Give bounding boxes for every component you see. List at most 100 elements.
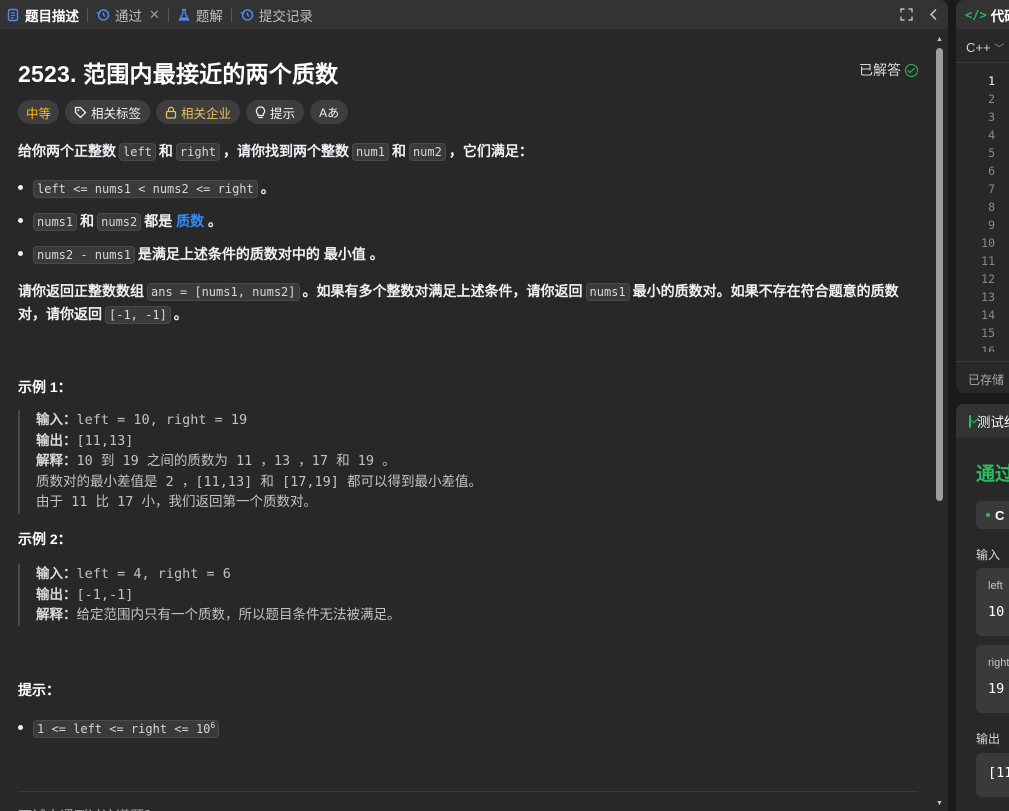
example-explanation: 解释：10 到 19 之间的质数为 11 ，13 ，17 和 19 。 [36,451,482,472]
tab-description[interactable]: 题目描述 [0,0,85,29]
lock-icon [165,106,177,119]
line-number: 1 [988,74,995,88]
value: left = 10, right = 19 [76,412,248,428]
lightbulb-icon [255,105,266,119]
condition-item: nums2 - nums1 是满足上述条件的质数对中的 最小值 。 [18,243,384,266]
checkbox-icon [969,414,971,428]
language-select[interactable]: C++ ﹀ [966,40,1004,55]
label: 解释： [36,453,77,468]
tag-icon [74,106,87,119]
hint-button[interactable]: 提示 [246,100,305,124]
param-value: 19 [988,681,1005,697]
code-tabbar: </> 代码 [956,0,1009,29]
fullscreen-icon[interactable] [900,8,913,21]
interview-question-link[interactable]: 面试中遇到过这道题？ [18,806,158,811]
test-result-panel: 测试结果 通过 C 输入 left 10 right 19 输出 [11,13] [956,404,1009,811]
translate-icon: Aあ [319,105,340,120]
label: 输入： [36,566,77,581]
code-ans: ans = [nums1, nums2] [147,283,300,301]
chevron-down-icon: ﹀ [994,44,1005,55]
param-name: left [988,580,1003,592]
constraint-item: 1 <= left <= right <= 106 [18,715,222,740]
case-tab[interactable]: C [976,501,1009,529]
value: 10 到 19 之间的质数为 11 ，13 ，17 和 19 。 [76,453,396,469]
history-icon [96,8,110,22]
tab-accepted-label: 通过 [115,8,142,24]
scroll-down-arrow[interactable]: ▼ [935,800,944,808]
text: 和 [158,143,173,159]
text: 给你两个正整数 [18,143,116,159]
difficulty-badge: 中等 [18,100,60,124]
line-number: 5 [988,146,995,160]
solved-status: 已解答 [859,60,918,80]
status-dot [986,513,990,517]
test-tab-label[interactable]: 测试结果 [977,411,1009,431]
scroll-up-arrow[interactable]: ▲ [935,36,944,44]
label: 输出： [36,586,77,602]
flask-icon [177,8,191,22]
code-nums1: nums1 [585,283,630,301]
example-2-block: 输入：left = 4, right = 6 输出：[-1,-1] 解释：给定范… [18,564,401,626]
prime-link[interactable]: 质数 [176,213,204,229]
line-number: 15 [981,326,995,340]
scrollbar-thumb[interactable] [936,48,943,501]
param-box: left 10 [976,568,1009,636]
example-input: 输入：left = 4, right = 6 [36,564,401,585]
output-label: 输出 [976,732,1001,746]
label: 解释： [36,607,77,622]
close-icon[interactable]: ✕ [149,7,160,23]
example-explanation-line: 质数对的最小差值是 2 ，[11,13] 和 [17,19] 都可以得到最小差值… [36,473,483,490]
tab-solutions-label: 题解 [195,8,223,24]
tab-divider [87,7,88,22]
param-name: right [988,657,1009,669]
example-output: 输出：[11,13] [36,431,482,452]
intro-paragraph: 给你两个正整数 left 和 right ，请你找到两个整数 num1 和 num2 ，它们满足… [18,140,533,163]
result-status: 通过 [976,464,1009,485]
code-tab-label[interactable]: 代码 [991,5,1009,25]
line-number: 16 [981,344,995,352]
output-box: [11,13] [976,753,1009,797]
related-companies-button[interactable]: 相关企业 [156,100,241,124]
panel-tabbar: 题目描述 通过 ✕ 题解 提交记录 [0,0,948,29]
condition-item: nums1 和 nums2 都是 质数 。 [18,210,222,233]
text: ，它们满足： [448,143,533,159]
text: 。 [173,306,188,322]
constraint-text: 1 <= left <= right <= 10 [37,722,211,736]
value: [-1,-1] [76,586,134,603]
label: 输入： [36,412,77,427]
input-label: 输入 [976,548,1001,562]
tab-accepted[interactable]: 通过 ✕ [90,0,166,29]
line-number: 11 [981,254,995,268]
related-tags-button[interactable]: 相关标签 [65,100,151,124]
case-label: C [995,507,1005,523]
line-number: 4 [988,128,995,142]
example-1-title: 示例 1： [18,379,72,395]
condition-item: left <= nums1 < nums2 <= right。 [18,177,275,200]
tab-submissions[interactable]: 提交记录 [234,0,319,29]
related-companies-label: 相关企业 [181,106,232,121]
line-number: 9 [988,218,995,232]
language-label: C++ [966,40,991,55]
code-constraint: 1 <= left <= right <= 106 [33,720,220,738]
line-number: 7 [988,182,995,196]
param-box: right 19 [976,645,1009,713]
history-icon [240,8,254,22]
translate-button[interactable]: Aあ [310,100,349,124]
return-paragraph: 请你返回正整数数组 ans = [nums1, nums2] 。如果有多个整数对满足… [18,280,899,326]
line-numbers: 1 2 3 4 5 6 7 8 9 10 11 12 13 14 15 16 [956,72,995,352]
line-number: 13 [981,290,995,304]
solved-status-label: 已解答 [859,62,901,78]
tab-submissions-label: 提交记录 [258,8,313,24]
tab-solutions[interactable]: 题解 [171,0,229,29]
check-circle-icon [905,63,918,77]
collapse-panel-icon[interactable] [929,8,938,21]
line-number: 12 [981,272,995,286]
example-explanation-line: 由于 11 比 17 小，我们返回第一个质数对。 [36,494,318,510]
param-value: 10 [988,604,1005,620]
text: 最小的质数对。如果不存在符合题意的质数 [632,283,899,299]
problem-panel: 题目描述 通过 ✕ 题解 提交记录 2523. 范围内最接近的两个质数 已解答 … [0,0,948,811]
bullet-dot [18,250,23,256]
output-value: [11,13] [988,765,1009,781]
problem-title[interactable]: 2523. 范围内最接近的两个质数 [18,55,338,89]
text: 和 [391,143,406,159]
